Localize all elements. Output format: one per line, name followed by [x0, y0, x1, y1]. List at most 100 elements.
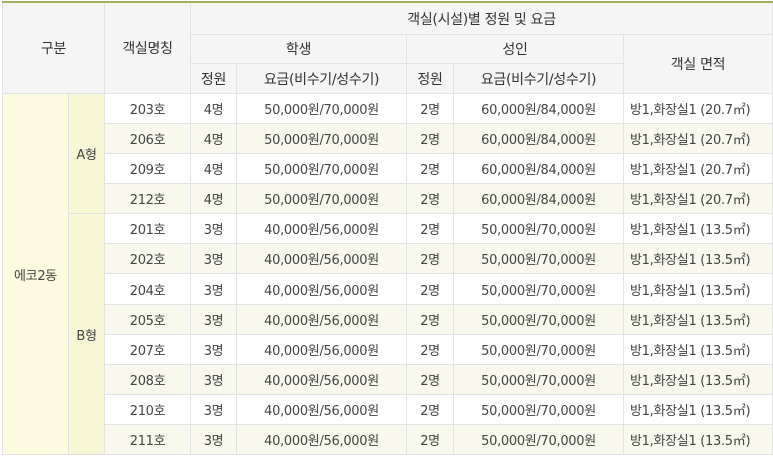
- header-student-capacity: 정원: [190, 63, 238, 94]
- room-number-cell: 203호: [104, 92, 192, 125]
- adult-fee-cell: 60,000원/84,000원: [453, 153, 625, 185]
- room-area-cell: 방1,화장실1 (20.7㎡): [623, 183, 773, 215]
- room-number-cell: 212호: [104, 183, 192, 215]
- adult-capacity-cell: 2명: [406, 92, 455, 125]
- adult-capacity-cell: 2명: [406, 363, 455, 395]
- adult-capacity-cell: 2명: [406, 153, 455, 185]
- student-fee-cell: 50,000원/70,000원: [236, 123, 408, 155]
- student-capacity-cell: 3명: [190, 393, 238, 425]
- student-capacity-cell: 3명: [190, 243, 238, 275]
- adult-fee-cell: 60,000원/84,000원: [453, 183, 625, 215]
- student-capacity-cell: 3명: [190, 303, 238, 335]
- adult-fee-cell: 50,000원/70,000원: [453, 243, 625, 275]
- table-row: 에코2동 A형 203호 4명 50,000원/70,000원 2명 60,000원/84,…: [2, 92, 773, 455]
- student-fee-cell: 40,000원/56,000원: [236, 393, 408, 425]
- room-area-cell: 방1,화장실1 (13.5㎡): [623, 363, 773, 395]
- table-row: 204호 3명 40,000원/56,000원 2명 50,000원/70,000원 방1…: [3, 273, 773, 305]
- room-area-cell: 방1,화장실1 (13.5㎡): [623, 273, 773, 305]
- adult-capacity-cell: 2명: [406, 213, 455, 245]
- student-fee-cell: 40,000원/56,000원: [236, 333, 408, 365]
- table-row: 209호 4명 50,000원/70,000원 2명 60,000원/84,000원 방1…: [3, 153, 773, 185]
- adult-capacity-cell: 2명: [406, 273, 455, 305]
- adult-fee-cell: 50,000원/70,000원: [453, 363, 625, 395]
- student-capacity-cell: 3명: [190, 363, 238, 395]
- adult-capacity-cell: 2명: [406, 423, 455, 456]
- room-area-cell: 방1,화장실1 (13.5㎡): [623, 423, 773, 456]
- student-capacity-cell: 4명: [190, 123, 238, 155]
- room-area-cell: 방1,화장실1 (20.7㎡): [623, 92, 773, 125]
- room-number-cell: 210호: [104, 393, 192, 425]
- table-row: 202호 3명 40,000원/56,000원 2명 50,000원/70,000원 방1…: [3, 243, 773, 275]
- room-number-cell: 202호: [104, 243, 192, 275]
- room-number-cell: 207호: [104, 333, 192, 365]
- student-fee-cell: 40,000원/56,000원: [236, 363, 408, 395]
- table-row: 208호 3명 40,000원/56,000원 2명 50,000원/70,000원 방1…: [3, 363, 773, 395]
- table-row: 210호 3명 40,000원/56,000원 2명 50,000원/70,000원 방1…: [3, 393, 773, 425]
- header-adult: 성인: [406, 34, 625, 64]
- header-adult-capacity: 정원: [406, 63, 455, 94]
- adult-capacity-cell: 2명: [406, 393, 455, 425]
- student-capacity-cell: 3명: [190, 273, 238, 305]
- student-fee-cell: 50,000원/70,000원: [236, 183, 408, 215]
- table-header: 구분 객실명칭 객실(시설)별 정원 및 요금 학생 성인 객실 면적 정원 요…: [1, 1, 773, 94]
- room-area-cell: 방1,화장실1 (20.7㎡): [623, 153, 773, 185]
- table-row: 207호 3명 40,000원/56,000원 2명 50,000원/70,000원 방1…: [3, 333, 773, 365]
- table-body: 에코2동 A형 203호 4명 50,000원/70,000원 2명 60,000원/84,…: [2, 92, 773, 456]
- adult-fee-cell: 50,000원/70,000원: [453, 273, 625, 305]
- student-fee-cell: 40,000원/56,000원: [236, 243, 408, 275]
- adult-capacity-cell: 2명: [406, 243, 455, 275]
- room-rate-table: 구분 객실명칭 객실(시설)별 정원 및 요금 학생 성인 객실 면적 정원 요…: [1, 1, 773, 456]
- table-row: 211호 3명 40,000원/56,000원 2명 50,000원/70,000원 방1…: [3, 423, 773, 456]
- header-category: 구분: [1, 1, 106, 94]
- adult-capacity-cell: 2명: [406, 303, 455, 335]
- adult-fee-cell: 50,000원/70,000원: [453, 333, 625, 365]
- room-rate-table-container: 구분 객실명칭 객실(시설)별 정원 및 요금 학생 성인 객실 면적 정원 요…: [0, 0, 773, 457]
- adult-fee-cell: 60,000원/84,000원: [453, 123, 625, 155]
- student-capacity-cell: 3명: [190, 423, 238, 456]
- room-type-cell: A형: [67, 92, 106, 215]
- table-row: 212호 4명 50,000원/70,000원 2명 60,000원/84,000원 방1…: [3, 183, 773, 215]
- room-area-cell: 방1,화장실1 (13.5㎡): [623, 393, 773, 425]
- room-area-cell: 방1,화장실1 (20.7㎡): [623, 123, 773, 155]
- student-fee-cell: 50,000원/70,000원: [236, 153, 408, 185]
- room-area-cell: 방1,화장실1 (13.5㎡): [623, 333, 773, 365]
- room-area-cell: 방1,화장실1 (13.5㎡): [623, 213, 773, 245]
- header-adult-fee: 요금(비수기/성수기): [453, 63, 625, 94]
- room-number-cell: 209호: [104, 153, 192, 185]
- student-capacity-cell: 4명: [190, 183, 238, 215]
- adult-capacity-cell: 2명: [406, 183, 455, 215]
- student-fee-cell: 40,000원/56,000원: [236, 213, 408, 245]
- table-row: 206호 4명 50,000원/70,000원 2명 60,000원/84,000원 방1…: [3, 123, 773, 155]
- student-fee-cell: 40,000원/56,000원: [236, 303, 408, 335]
- adult-fee-cell: 50,000원/70,000원: [453, 393, 625, 425]
- room-area-cell: 방1,화장실1 (13.5㎡): [623, 243, 773, 275]
- adult-fee-cell: 50,000원/70,000원: [453, 213, 625, 245]
- header-area: 객실 면적: [623, 34, 773, 94]
- student-capacity-cell: 3명: [190, 333, 238, 365]
- room-number-cell: 201호: [104, 213, 192, 245]
- header-student-fee: 요금(비수기/성수기): [236, 63, 408, 94]
- header-facility-title: 객실(시설)별 정원 및 요금: [190, 1, 773, 35]
- student-capacity-cell: 4명: [190, 153, 238, 185]
- student-capacity-cell: 4명: [190, 92, 238, 125]
- adult-fee-cell: 50,000원/70,000원: [453, 303, 625, 335]
- header-row-1: 구분 객실명칭 객실(시설)별 정원 및 요금: [1, 1, 773, 94]
- room-number-cell: 206호: [104, 123, 192, 155]
- building-name-cell: 에코2동: [2, 93, 69, 455]
- student-fee-cell: 40,000원/56,000원: [236, 423, 408, 456]
- room-area-cell: 방1,화장실1 (13.5㎡): [623, 303, 773, 335]
- adult-fee-cell: 60,000원/84,000원: [453, 92, 625, 125]
- student-fee-cell: 40,000원/56,000원: [236, 273, 408, 305]
- adult-capacity-cell: 2명: [406, 123, 455, 155]
- room-number-cell: 205호: [104, 303, 192, 335]
- table-row: 205호 3명 40,000원/56,000원 2명 50,000원/70,000원 방1…: [3, 303, 773, 335]
- student-fee-cell: 50,000원/70,000원: [236, 92, 408, 125]
- adult-fee-cell: 50,000원/70,000원: [453, 423, 625, 456]
- room-number-cell: 208호: [104, 363, 192, 395]
- table-row: B형 201호 3명 40,000원/56,000원 2명 50,000원/70,000원…: [3, 213, 773, 455]
- room-type-cell: B형: [67, 213, 106, 455]
- room-number-cell: 211호: [104, 423, 192, 456]
- adult-capacity-cell: 2명: [406, 333, 455, 365]
- room-number-cell: 204호: [104, 273, 192, 305]
- header-room-name: 객실명칭: [104, 1, 192, 94]
